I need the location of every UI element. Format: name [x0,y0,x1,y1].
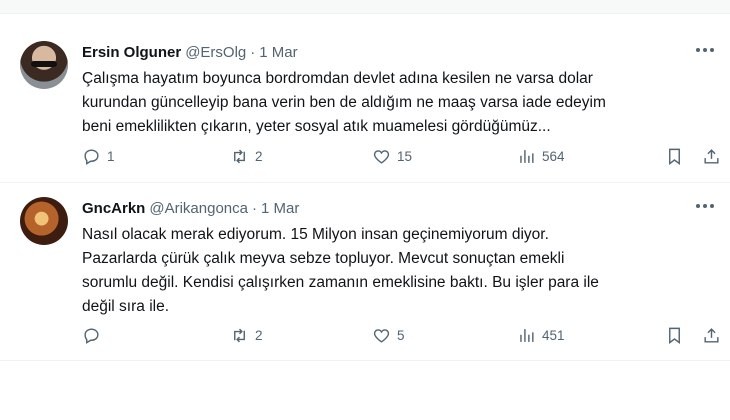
author-handle[interactable]: @Arikangonca [149,200,248,217]
bookmark-button[interactable] [665,147,684,166]
avatar[interactable] [20,197,68,245]
avatar-glasses [31,61,57,67]
tweet-date[interactable]: 1 Mar [261,200,299,217]
more-icon[interactable] [696,45,716,55]
heart-icon [373,150,390,164]
view-count: 451 [542,328,565,343]
tweet-actions: 1 2 15 564 [82,147,722,169]
like-button[interactable]: 15 [372,147,412,166]
bookmark-button[interactable] [665,326,684,345]
separator-dot: · [251,199,257,217]
separator-dot: · [250,43,256,61]
share-button[interactable] [702,147,721,166]
views-button[interactable]: 451 [517,326,565,345]
author-name[interactable]: GncArkn [82,200,145,217]
view-count: 564 [542,149,565,164]
share-icon [704,149,719,164]
bookmark-icon [669,327,680,345]
tweet-header: GncArkn @Arikangonca · 1 Mar [82,197,299,219]
tweet-text: Nasıl olacak merak ediyorum. 15 Milyon i… [82,226,599,315]
retweet-button[interactable]: 2 [230,326,263,345]
like-count: 15 [397,149,413,164]
views-icon [520,329,534,342]
reply-count: 1 [107,149,115,164]
retweet-icon [234,149,245,164]
retweet-icon [234,328,245,343]
views-button[interactable]: 564 [517,147,565,166]
tweet-header: Ersin Olguner @ErsOlg · 1 Mar [82,41,298,63]
avatar[interactable] [20,41,68,89]
reply-button[interactable] [82,326,107,345]
reply-icon [84,328,99,344]
share-button[interactable] [702,326,721,345]
like-button[interactable]: 5 [372,326,405,345]
views-icon [520,150,534,163]
retweet-count: 2 [255,328,263,343]
tweet-text: Çalışma hayatım boyunca bordromdan devle… [82,70,606,135]
reply-button[interactable]: 1 [82,147,115,166]
top-divider [0,0,730,14]
tweet[interactable]: GncArkn @Arikangonca · 1 Mar Nasıl olaca… [0,183,730,361]
tweet-date[interactable]: 1 Mar [259,44,297,61]
author-name[interactable]: Ersin Olguner [82,44,181,61]
tweet[interactable]: Ersin Olguner @ErsOlg · 1 Mar Çalışma ha… [0,27,730,183]
bookmark-icon [669,148,680,166]
retweet-button[interactable]: 2 [230,147,263,166]
share-icon [704,328,719,343]
tweet-actions: 2 5 451 [82,326,722,348]
reply-icon [84,149,99,165]
more-icon[interactable] [696,201,716,211]
like-count: 5 [397,328,405,343]
retweet-count: 2 [255,149,263,164]
author-handle[interactable]: @ErsOlg [185,44,246,61]
timeline: Ersin Olguner @ErsOlg · 1 Mar Çalışma ha… [0,0,730,420]
heart-icon [373,329,390,343]
